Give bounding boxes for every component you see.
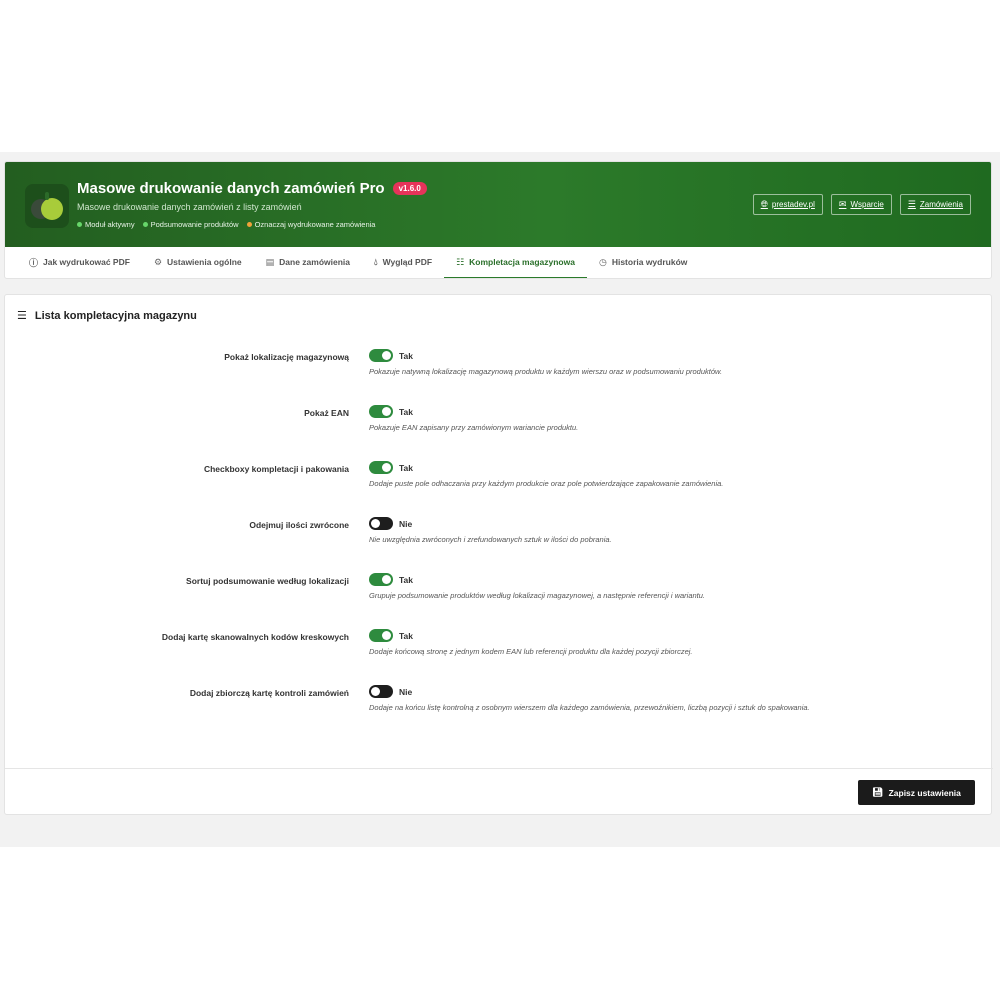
module-status-list: Moduł aktywny Podsumowanie produktów Ozn… <box>77 220 375 229</box>
setting-help: Dodaje końcową stronę z jednym kodem EAN… <box>369 647 693 656</box>
tab-bar: ⓘ Jak wydrukować PDF ⚙ Ustawienia ogólne ▤… <box>5 247 991 278</box>
cogs-icon: ⚙ <box>153 256 163 267</box>
envelope-icon: ✉ <box>838 199 847 209</box>
tab-warehouse-picking[interactable]: ☷ Kompletacja magazynowa <box>444 247 587 278</box>
checklist-icon: ☷ <box>456 256 465 267</box>
toggle-state-label: Tak <box>399 630 414 641</box>
settings-panel: ☰ Lista kompletacyjna magazynu Pokaż lok… <box>4 294 993 815</box>
location-toggle[interactable] <box>369 349 393 362</box>
status-item: Podsumowanie produktów <box>142 220 239 229</box>
setting-label: Dodaj zbiorczą kartę kontroli zamówień <box>189 688 349 698</box>
setting-control: Nie <box>369 517 412 530</box>
module-title: Masowe drukowanie danych zamówień Pro v1… <box>77 180 427 197</box>
status-item: Moduł aktywny <box>77 220 135 229</box>
tab-order-data[interactable]: ▤ Dane zamówienia <box>254 247 362 278</box>
subtract-returns-toggle[interactable] <box>369 517 393 530</box>
version-badge: v1.6.0 <box>392 182 427 195</box>
table-icon: ▤ <box>265 256 275 267</box>
list-icon: ☰ <box>907 199 916 209</box>
setting-label: Pokaż EAN <box>304 408 349 418</box>
setting-control: Tak <box>369 573 413 586</box>
orders-link[interactable]: ☰ Zamówienia <box>899 194 971 215</box>
setting-label: Dodaj kartę skanowalnych kodów kreskowyc… <box>161 632 349 642</box>
page-background: Masowe drukowanie danych zamówień Pro v1… <box>0 152 1000 847</box>
info-icon: ⓘ <box>29 257 39 268</box>
checkboxes-toggle[interactable] <box>369 461 393 474</box>
setting-help: Grupuje podsumowanie produktów według lo… <box>369 591 706 600</box>
floppy-disk-icon: 💾︎ <box>872 787 884 797</box>
toggle-state-label: Tak <box>399 406 414 417</box>
setting-label: Odejmuj ilości zwrócone <box>249 520 349 530</box>
support-link[interactable]: ✉ Wsparcie <box>830 194 892 215</box>
clock-icon: ◷ <box>598 256 607 267</box>
panel-footer-divider <box>5 768 993 769</box>
status-dot-icon <box>142 222 148 227</box>
panel-title-text: Lista kompletacyjna magazynu <box>34 309 197 322</box>
order-control-card-toggle[interactable] <box>369 685 393 698</box>
module-subtitle: Masowe drukowanie danych zamówień z list… <box>77 202 302 212</box>
toggle-state-label: Tak <box>399 462 414 473</box>
setting-help: Dodaje na końcu listę kontrolną z osobny… <box>369 703 810 712</box>
globe-icon: 🌐︎ <box>760 199 768 209</box>
module-logo <box>25 184 69 228</box>
header-links: 🌐︎ prestadev.pl ✉ Wsparcie ☰ Zamówienia <box>752 194 971 215</box>
tab-how-to-print[interactable]: ⓘ Jak wydrukować PDF <box>17 247 142 278</box>
setting-label: Pokaż lokalizację magazynową <box>224 352 349 362</box>
status-dot-icon <box>246 222 252 227</box>
module-hero: Masowe drukowanie danych zamówień Pro v1… <box>5 162 991 247</box>
setting-control: Tak <box>369 461 413 474</box>
tab-print-history[interactable]: ◷ Historia wydruków <box>587 247 699 278</box>
list-icon: ☰ <box>17 310 27 322</box>
module-title-text: Masowe drukowanie danych zamówień Pro <box>77 180 385 197</box>
setting-help: Pokazuje EAN zapisany przy zamówionym wa… <box>369 423 579 432</box>
tab-general-settings[interactable]: ⚙ Ustawienia ogólne <box>142 247 254 278</box>
toggle-state-label: Tak <box>399 574 414 585</box>
setting-control: Tak <box>369 629 413 642</box>
setting-help: Pokazuje natywną lokalizację magazynową … <box>369 367 723 376</box>
tab-pdf-look[interactable]: 💧︎ Wygląd PDF <box>362 247 444 278</box>
status-item: Oznaczaj wydrukowane zamówienia <box>246 220 375 229</box>
setting-label: Sortuj podsumowanie według lokalizacji <box>186 576 349 586</box>
sort-by-location-toggle[interactable] <box>369 573 393 586</box>
setting-control: Tak <box>369 405 413 418</box>
setting-help: Dodaje puste pole odhaczania przy każdym… <box>369 479 724 488</box>
barcode-card-toggle[interactable] <box>369 629 393 642</box>
setting-label: Checkboxy kompletacji i pakowania <box>203 464 349 474</box>
toggle-state-label: Nie <box>399 518 413 529</box>
status-dot-icon <box>77 222 82 227</box>
drop-icon: 💧︎ <box>374 256 378 267</box>
setting-control: Tak <box>369 349 413 362</box>
setting-help: Nie uwzględnia zwróconych i zrefundowany… <box>369 535 612 544</box>
panel-title: ☰ Lista kompletacyjna magazynu <box>17 309 197 323</box>
module-header-card: Masowe drukowanie danych zamówień Pro v1… <box>4 161 992 279</box>
toggle-state-label: Tak <box>399 350 414 361</box>
toggle-state-label: Nie <box>399 686 413 697</box>
setting-control: Nie <box>369 685 412 698</box>
save-settings-button[interactable]: 💾︎ Zapisz ustawienia <box>858 780 975 805</box>
prestadev-link[interactable]: 🌐︎ prestadev.pl <box>752 194 823 215</box>
ean-toggle[interactable] <box>369 405 393 418</box>
